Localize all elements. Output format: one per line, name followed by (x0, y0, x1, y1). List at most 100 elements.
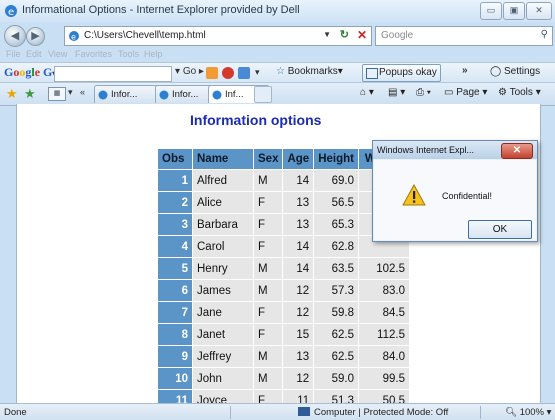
google-search-input[interactable] (54, 66, 172, 82)
cell-height: 59.8 (313, 301, 359, 324)
menu-bar: File Edit View Favorites Tools Help (0, 48, 555, 62)
tab-label: Infor... (172, 89, 199, 100)
col-obs: Obs (157, 148, 193, 170)
close-window-button[interactable]: ✕ (526, 2, 552, 20)
svg-text:e: e (8, 7, 14, 18)
popups-okay-button[interactable]: Popups okay (362, 64, 441, 82)
address-row: ◀ ▶ e C:\Users\Chevell\temp.html ▼ ↻ ✕ G… (0, 22, 555, 48)
refresh-icon[interactable]: ↻ (340, 28, 349, 41)
search-placeholder: Google (381, 30, 414, 41)
address-bar[interactable]: e C:\Users\Chevell\temp.html ▼ ↻ ✕ (64, 26, 372, 46)
cell-height: 62.5 (313, 345, 359, 368)
back-button[interactable]: ◀ (4, 25, 26, 47)
status-text: Done (4, 407, 27, 418)
cell-age: 14 (282, 235, 315, 258)
menu-file[interactable]: File (6, 49, 21, 59)
wrench-icon: ◯ (490, 66, 502, 77)
menu-favorites[interactable]: Favorites (75, 49, 112, 59)
alert-dialog: Windows Internet Expl... ✕ Confidential!… (372, 140, 538, 242)
cell-obs: 10 (157, 367, 193, 390)
cell-age: 13 (282, 213, 315, 236)
dialog-message: Confidential! (442, 191, 493, 201)
cell-name: Jeffrey (192, 345, 254, 368)
cell-weight: 84.5 (357, 301, 410, 324)
new-tab-button[interactable] (254, 86, 272, 103)
status-divider (480, 406, 481, 419)
page-menu-button[interactable]: ▭ Page ▾ (444, 87, 487, 98)
search-icon[interactable]: ⚲ (541, 29, 548, 40)
forward-button[interactable]: ▶ (26, 27, 45, 46)
stop-icon[interactable]: ✕ (357, 28, 367, 42)
cell-obs: 7 (157, 301, 193, 324)
search-box[interactable]: Google ⚲ (375, 26, 553, 46)
cell-sex: F (252, 389, 284, 403)
menu-edit[interactable]: Edit (26, 49, 42, 59)
tools-menu-button[interactable]: ⚙ Tools ▾ (498, 87, 541, 98)
cell-age: 13 (282, 191, 315, 214)
dialog-close-button[interactable]: ✕ (501, 143, 533, 159)
cell-sex: F (252, 323, 284, 346)
pagerank-icon[interactable] (206, 67, 218, 79)
cell-age: 12 (282, 367, 315, 390)
tab-ie-icon (159, 90, 169, 100)
cell-name: James (192, 279, 254, 302)
cell-sex: M (252, 345, 284, 368)
settings-button[interactable]: ◯ Settings (490, 66, 540, 77)
cell-obs: 8 (157, 323, 193, 346)
home-button[interactable]: ⌂ ▾ (360, 87, 374, 98)
zoom-icon: 🔍︎ (505, 407, 518, 418)
cell-age: 11 (282, 389, 315, 403)
google-go-button[interactable]: ▾ Go ▸ (175, 66, 204, 77)
cell-sex: M (252, 367, 284, 390)
tab-row: ★ ★ ▦ ▾ « Infor... Infor... Inf... ✕ ⌂ ▾… (0, 82, 555, 106)
add-favorites-icon[interactable]: ★ (24, 86, 36, 102)
zoom-control[interactable]: 🔍︎ 100% ▾ (505, 407, 551, 418)
cell-name: Henry (192, 257, 254, 280)
address-dropdown-icon[interactable]: ▼ (323, 30, 331, 39)
tab-label: Infor... (111, 89, 138, 100)
cell-sex: F (252, 191, 284, 214)
svg-text:e: e (71, 33, 76, 42)
cell-sex: F (252, 213, 284, 236)
translate-icon[interactable] (238, 67, 250, 79)
toolbar-dropdown-icon[interactable]: ▾ (255, 67, 260, 78)
maximize-button[interactable]: ▣ (503, 2, 525, 20)
cell-obs: 6 (157, 279, 193, 302)
bookmarks-button[interactable]: ☆ Bookmarks▾ (276, 66, 343, 77)
tab-scroll-icon[interactable]: « (80, 87, 85, 97)
cell-age: 12 (282, 279, 315, 302)
highlight-icon[interactable] (222, 67, 234, 79)
google-toolbar: Google G▾ ▾ Go ▸ ▾ ☆ Bookmarks▾ Popups o… (0, 62, 555, 83)
tab-ie-icon (212, 90, 222, 100)
cell-name: John (192, 367, 254, 390)
cell-weight: 84.0 (357, 345, 410, 368)
cell-name: Alice (192, 191, 254, 214)
table-row: 8 Janet F 15 62.5 112.5 (157, 323, 410, 346)
col-name: Name (192, 148, 254, 170)
computer-icon (298, 407, 310, 416)
minimize-button[interactable]: ▭ (480, 2, 502, 20)
cell-sex: F (252, 235, 284, 258)
cell-weight: 112.5 (357, 323, 410, 346)
cell-height: 62.8 (313, 235, 359, 258)
tab-list-icon[interactable]: ▾ (68, 87, 73, 98)
col-height: Height (313, 148, 359, 170)
popup-window-icon (366, 68, 378, 79)
cell-age: 13 (282, 345, 315, 368)
cell-obs: 9 (157, 345, 193, 368)
cell-weight: 102.5 (357, 257, 410, 280)
menu-help[interactable]: Help (144, 49, 163, 59)
cell-height: 63.5 (313, 257, 359, 280)
security-zone[interactable]: Computer | Protected Mode: Off (298, 407, 448, 418)
col-age: Age (282, 148, 315, 170)
quick-tabs-icon[interactable]: ▦ (48, 87, 66, 101)
favorites-star-icon[interactable]: ★ (6, 86, 18, 102)
feeds-button[interactable]: ▤ ▾ (388, 87, 405, 98)
menu-tools[interactable]: Tools (118, 49, 139, 59)
menu-view[interactable]: View (48, 49, 67, 59)
cell-sex: M (252, 279, 284, 302)
cell-obs: 5 (157, 257, 193, 280)
ok-button[interactable]: OK (468, 220, 532, 239)
toolbar-more-button[interactable]: » (462, 65, 468, 76)
print-button[interactable]: ⎙ ▾ (416, 87, 431, 98)
